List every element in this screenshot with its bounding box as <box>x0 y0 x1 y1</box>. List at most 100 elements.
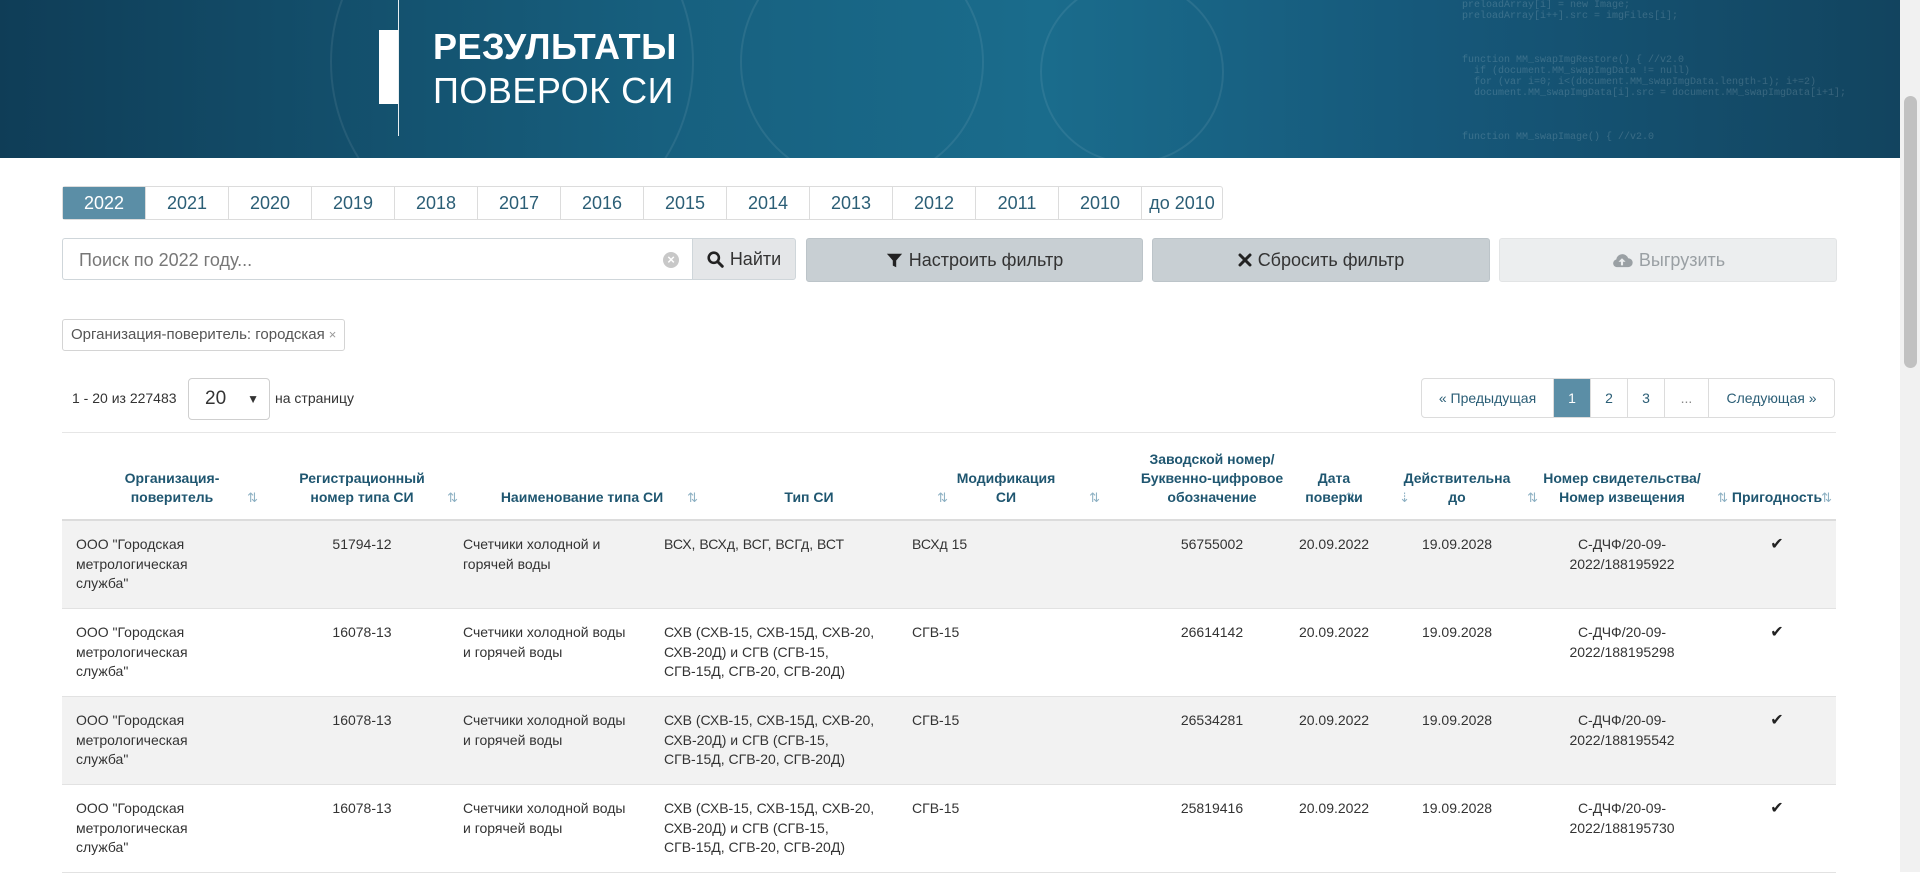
filter-chip-label: Организация-поверитель: городская <box>71 326 325 343</box>
year-tab-2014[interactable]: 2014 <box>727 187 810 219</box>
previous-page-button[interactable]: « Предыдущая <box>1422 379 1554 417</box>
certificate-cell: С-ДЧФ/20-09- 2022/188195922 <box>1569 536 1675 572</box>
chevron-down-icon: ▼ <box>247 392 259 406</box>
certificate-cell: С-ДЧФ/20-09- 2022/188195298 <box>1569 624 1675 660</box>
column-header-label: Организация- поверитель <box>124 470 220 505</box>
year-tab-2016[interactable]: 2016 <box>561 187 644 219</box>
per-page-value: 20 <box>205 388 227 409</box>
table-row[interactable]: ООО "Городская метрологическая служба" 16… <box>62 785 1836 873</box>
scrollbar-thumb[interactable] <box>1904 96 1917 368</box>
type-cell: ВСХ, ВСХд, ВСГ, ВСГд, ВСТ <box>664 536 845 552</box>
org-cell: ООО "Городская метрологическая служба" <box>76 712 188 767</box>
year-tab-2018[interactable]: 2018 <box>395 187 478 219</box>
export-button[interactable]: Выгрузить <box>1499 238 1837 282</box>
title-divider <box>398 0 399 136</box>
find-button[interactable]: Найти <box>692 238 796 280</box>
filter-icon <box>886 253 902 267</box>
page-button-1[interactable]: 1 <box>1554 379 1591 417</box>
previous-page-label: Предыдущая <box>1450 390 1537 406</box>
page-subtitle: ПОВЕРОК СИ <box>433 70 674 111</box>
valid-until-cell: 19.09.2028 <box>1421 536 1493 552</box>
reg-number-cell: 51794-12 <box>332 536 392 552</box>
column-header-label: Тип СИ <box>784 489 834 505</box>
column-header-reg-number[interactable]: Регистрационный номер типа СИ ⇅ <box>262 433 462 519</box>
type-cell: СХВ (СХВ-15, СХВ-15Д, СХВ-20, СХВ-20Д) и… <box>664 712 875 767</box>
type-name-cell: Счетчики холодной воды и горячей воды <box>463 800 626 836</box>
page-scrollbar[interactable] <box>1900 0 1920 872</box>
valid-until-cell: 19.09.2028 <box>1421 624 1493 640</box>
banner-code-decoration: preloadArray[i] = new Image; preloadArra… <box>1462 0 1847 143</box>
next-page-button[interactable]: Следующая » <box>1709 379 1834 417</box>
column-header-label: Модификация СИ <box>956 470 1056 505</box>
table-header: Организация- поверитель ⇅ Регистрационный … <box>62 432 1836 521</box>
org-cell: ООО "Городская метрологическая служба" <box>76 536 188 591</box>
year-tab-before-2010[interactable]: до 2010 <box>1142 187 1222 219</box>
banner-decoration <box>1040 0 1224 158</box>
year-tabs: 2022 2021 2020 2019 2018 2017 2016 2015 2014 2013… <box>62 186 1223 220</box>
table-row[interactable]: ООО "Городская метрологическая служба" 16… <box>62 697 1836 785</box>
configure-filter-label: Настроить фильтр <box>908 249 1064 270</box>
column-header-certificate[interactable]: Номер свидетельства/ Номер извещения ⇅ <box>1512 433 1732 519</box>
next-page-label: Следующая <box>1726 390 1805 406</box>
page-button-2[interactable]: 2 <box>1591 379 1628 417</box>
configure-filter-button[interactable]: Настроить фильтр <box>806 238 1143 282</box>
column-header-org[interactable]: Организация- поверитель ⇅ <box>82 433 262 519</box>
suitability-check-icon: ✔ <box>1770 536 1784 553</box>
org-cell: ООО "Городская метрологическая служба" <box>76 800 188 855</box>
type-name-cell: Счетчики холодной воды и горячей воды <box>463 624 626 660</box>
page-ellipsis: ... <box>1665 379 1709 417</box>
title-accent-bar <box>379 30 398 104</box>
banner-decoration <box>740 0 984 158</box>
active-filter-chip: Организация-поверитель: городская × <box>62 319 346 351</box>
table-row[interactable]: ООО "Городская метрологическая служба" 51… <box>62 521 1836 609</box>
export-button-label: Выгрузить <box>1638 249 1726 270</box>
double-chevron-right-icon: » <box>1808 390 1817 406</box>
search-icon <box>707 250 724 268</box>
per-page-select[interactable]: 20 ▼ <box>188 378 270 420</box>
suitability-check-icon: ✔ <box>1770 624 1784 641</box>
search-field[interactable]: × <box>62 238 692 280</box>
column-header-label: Действительна до <box>1403 470 1511 505</box>
type-cell: СХВ (СХВ-15, СХВ-15Д, СХВ-20, СХВ-20Д) и… <box>664 624 875 679</box>
year-tab-2011[interactable]: 2011 <box>976 187 1059 219</box>
org-cell: ООО "Городская метрологическая служба" <box>76 624 188 679</box>
year-tab-2022[interactable]: 2022 <box>63 187 146 219</box>
column-header-label: Наименование типа СИ <box>500 489 664 505</box>
column-header-label: Дата поверки <box>1305 470 1363 505</box>
sort-icon[interactable]: ⇅ <box>247 488 258 507</box>
year-tab-2017[interactable]: 2017 <box>478 187 561 219</box>
per-page-label: на страницу <box>275 390 354 406</box>
year-tab-2020[interactable]: 2020 <box>229 187 312 219</box>
year-tab-2013[interactable]: 2013 <box>810 187 893 219</box>
year-tab-2010[interactable]: 2010 <box>1059 187 1142 219</box>
reg-number-cell: 16078-13 <box>332 624 392 640</box>
modification-cell: СГВ-15 <box>912 624 960 640</box>
valid-until-cell: 19.09.2028 <box>1421 800 1493 816</box>
reset-filter-button[interactable]: Сбросить фильтр <box>1152 238 1490 282</box>
remove-filter-icon[interactable]: × <box>329 320 337 350</box>
type-cell: СХВ (СХВ-15, СХВ-15Д, СХВ-20, СХВ-20Д) и… <box>664 800 875 855</box>
suitability-check-icon: ✔ <box>1770 712 1784 729</box>
modification-cell: ВСХд 15 <box>912 536 968 552</box>
year-tab-2015[interactable]: 2015 <box>644 187 727 219</box>
double-chevron-left-icon: « <box>1438 390 1447 406</box>
clear-search-icon[interactable]: × <box>663 252 679 268</box>
type-name-cell: Счетчики холодной и горячей воды <box>463 536 601 572</box>
modification-cell: СГВ-15 <box>912 800 960 816</box>
page-title: РЕЗУЛЬТАТЫ <box>433 26 677 67</box>
search-input[interactable] <box>77 248 651 272</box>
year-tab-2012[interactable]: 2012 <box>893 187 976 219</box>
modification-cell: СГВ-15 <box>912 712 960 728</box>
column-header-suitability[interactable]: Пригодность ⇅ <box>1718 433 1836 519</box>
close-icon <box>1238 253 1252 267</box>
reset-filter-label: Сбросить фильтр <box>1257 249 1405 270</box>
column-header-label: Номер свидетельства/ Номер извещения <box>1543 470 1701 505</box>
page-button-3[interactable]: 3 <box>1628 379 1665 417</box>
valid-until-cell: 19.09.2028 <box>1421 712 1493 728</box>
table-body: ООО "Городская метрологическая служба" 51… <box>62 521 1836 873</box>
year-tab-2021[interactable]: 2021 <box>146 187 229 219</box>
table-row[interactable]: ООО "Городская метрологическая служба" 16… <box>62 609 1836 697</box>
year-tab-2019[interactable]: 2019 <box>312 187 395 219</box>
sort-icon[interactable]: ⇅ <box>447 488 458 507</box>
sort-icon[interactable]: ⇅ <box>1821 488 1832 507</box>
